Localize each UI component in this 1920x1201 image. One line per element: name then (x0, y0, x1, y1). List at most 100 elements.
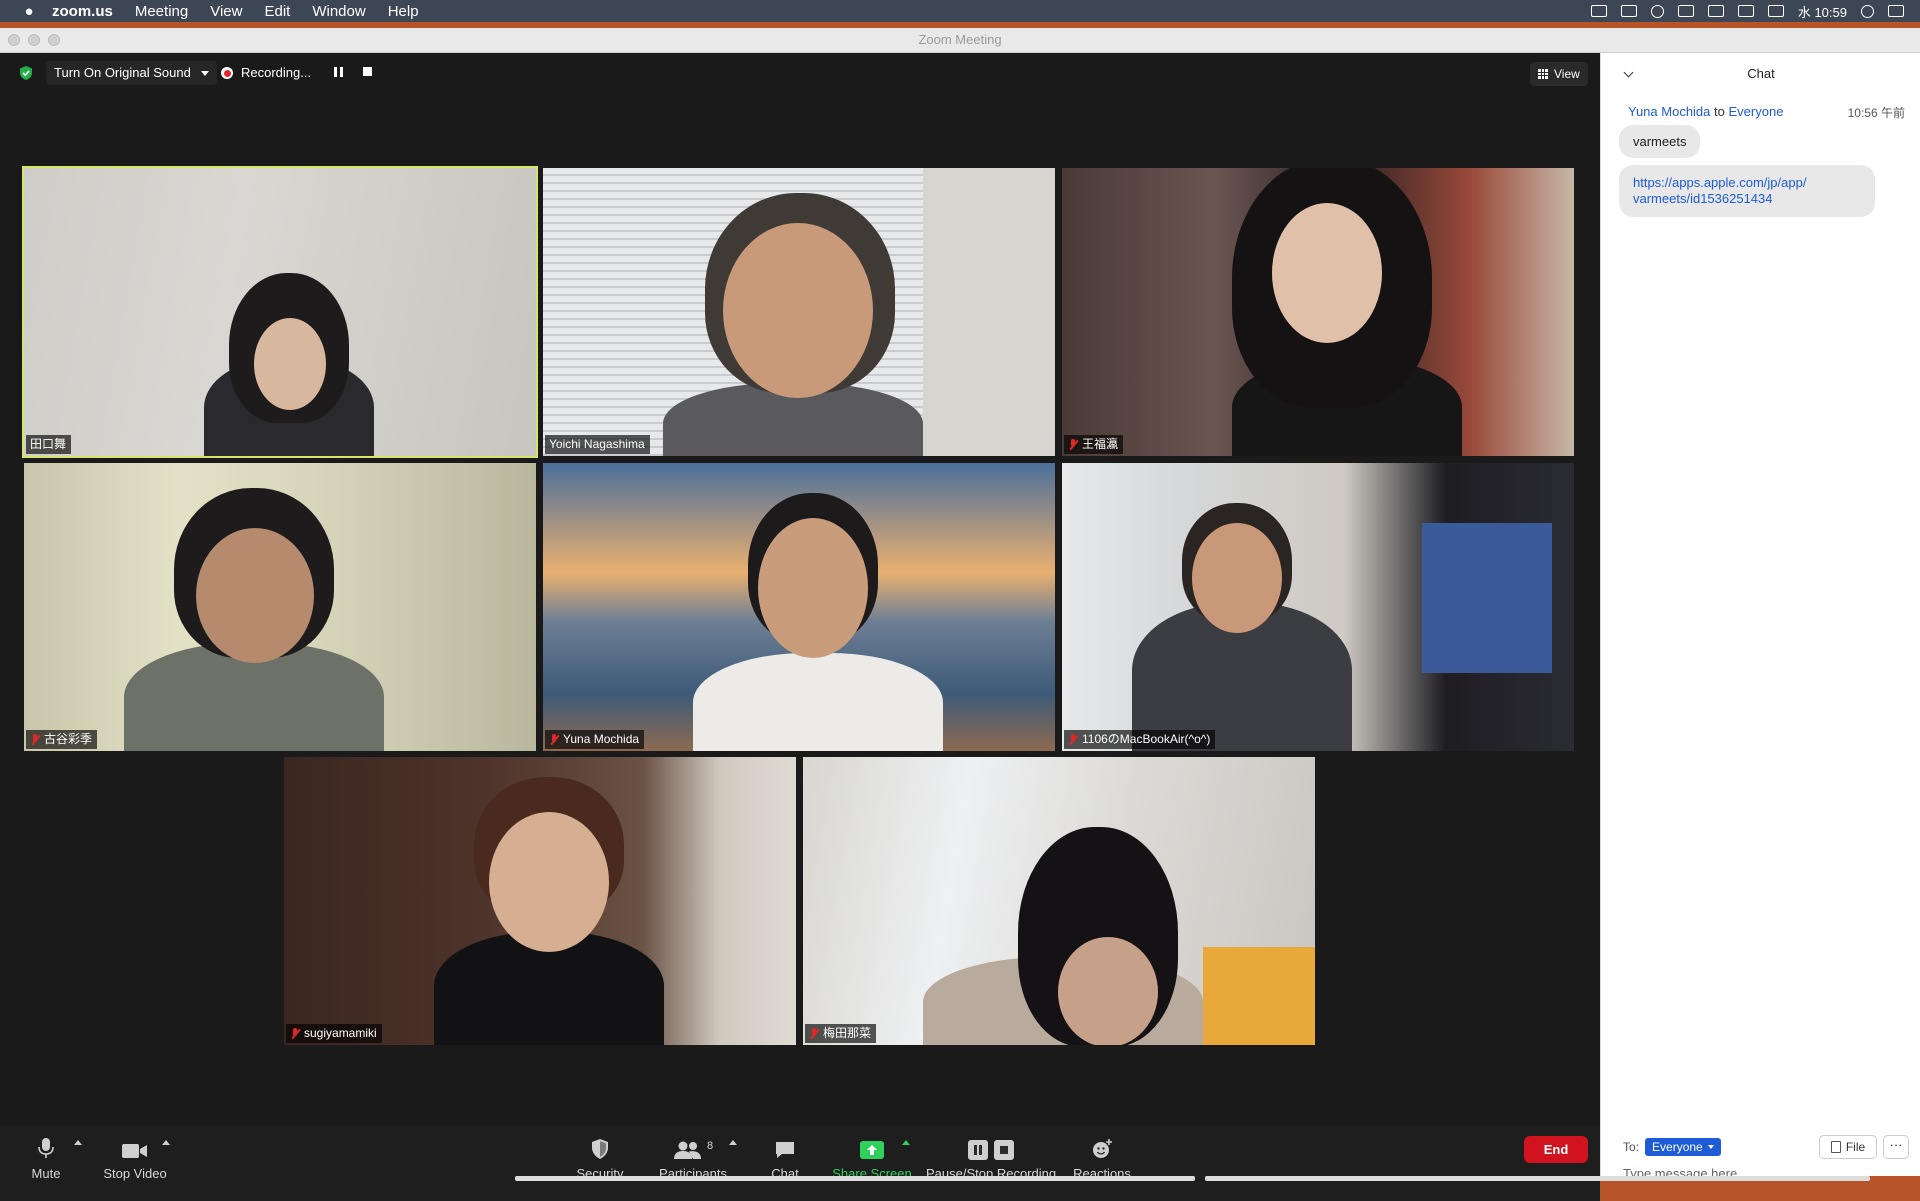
recipient-dropdown[interactable]: Everyone (1645, 1138, 1721, 1156)
menu-app[interactable]: zoom.us (52, 3, 113, 20)
collapse-chevron-icon[interactable] (1623, 67, 1634, 78)
participant-name: 古谷彩季 (44, 732, 93, 746)
chat-bubble-icon (776, 1142, 794, 1158)
menu-window[interactable]: Window (312, 3, 365, 20)
participant-nametag: 古谷彩季 (26, 730, 98, 749)
participants-options-chevron-icon[interactable] (729, 1140, 737, 1145)
reactions-button[interactable]: Reactions (1072, 1126, 1132, 1201)
zoom-window-button[interactable] (48, 34, 60, 46)
video-tile[interactable]: Yoichi Nagashima (543, 168, 1055, 456)
encryption-shield-icon[interactable] (18, 65, 34, 81)
airplay-icon[interactable] (1620, 5, 1637, 17)
video-tile[interactable]: Yuna Mochida (543, 463, 1055, 751)
participant-silhouette (693, 653, 943, 751)
chevron-down-icon[interactable] (200, 70, 209, 76)
video-stage: Turn On Original Sound Recording... View… (0, 53, 1600, 1176)
participant-nametag: 梅田那菜 (805, 1024, 877, 1043)
muted-mic-icon (809, 1027, 819, 1040)
stop-recording-icon[interactable] (363, 67, 372, 76)
participant-name: sugiyamamiki (304, 1026, 377, 1040)
status-tray: 水 10:59 (1590, 0, 1904, 22)
mute-button[interactable]: Mute (24, 1126, 68, 1201)
muted-mic-icon (1068, 733, 1078, 746)
chat-button[interactable]: Chat (763, 1126, 807, 1201)
participant-face (196, 528, 314, 663)
bluetooth-icon[interactable] (1677, 5, 1694, 17)
message-recipient[interactable]: Everyone (1729, 104, 1784, 119)
share-options-chevron-icon[interactable] (902, 1140, 910, 1145)
participant-nametag: 1106のMacBookAir(^o^) (1064, 730, 1216, 749)
recording-indicator: Recording... (221, 61, 311, 85)
recording-dot-icon (221, 67, 233, 79)
more-options-button[interactable]: ··· (1883, 1135, 1909, 1159)
menu-meeting[interactable]: Meeting (135, 3, 188, 20)
control-center-icon[interactable] (1888, 5, 1904, 17)
muted-mic-icon (1068, 438, 1078, 451)
video-tile[interactable]: sugiyamamiki (284, 757, 796, 1045)
wifi-icon[interactable] (1707, 5, 1724, 17)
apple-menu-icon[interactable]: ● (20, 3, 38, 20)
close-window-button[interactable] (8, 34, 20, 46)
message-sender[interactable]: Yuna Mochida (1628, 104, 1710, 119)
menu-view[interactable]: View (210, 3, 242, 20)
spotlight-icon[interactable] (1861, 4, 1874, 18)
participants-count: 8 (706, 1140, 714, 1152)
video-tile[interactable]: 古谷彩季 (24, 463, 536, 751)
menu-help[interactable]: Help (388, 3, 419, 20)
participant-name: 王福瀛 (1082, 437, 1119, 451)
muted-mic-icon (30, 733, 40, 746)
chat-link-line[interactable]: varmeets/id1536251434 (1633, 191, 1861, 207)
video-camera-icon (122, 1144, 147, 1158)
security-shield-icon (592, 1139, 608, 1159)
video-options-chevron-icon[interactable] (162, 1140, 170, 1145)
recipient-value: Everyone (1652, 1140, 1703, 1154)
chat-link-line[interactable]: https://apps.apple.com/jp/app/ (1633, 175, 1861, 191)
chat-message-text: varmeets (1633, 134, 1687, 149)
window-controls (8, 34, 60, 46)
message-timestamp: 10:56 午前 (1847, 106, 1905, 120)
menubar-clock[interactable]: 水 10:59 (1798, 2, 1847, 21)
participant-nametag: sugiyamamiki (286, 1024, 382, 1043)
pause-recording-icon[interactable] (334, 67, 344, 77)
volume-icon[interactable] (1767, 5, 1784, 17)
video-tile[interactable]: 王福瀛 (1062, 168, 1574, 456)
message-meta: Yuna Mochida to Everyone (1628, 104, 1783, 119)
participants-icon (673, 1141, 701, 1159)
chevron-down-icon (1707, 1145, 1714, 1149)
original-sound-label: Turn On Original Sound (54, 65, 191, 80)
chat-header: Chat (1601, 53, 1920, 93)
time-machine-icon[interactable] (1650, 4, 1664, 18)
security-button[interactable]: Security (570, 1126, 630, 1201)
dock-fragment (515, 1176, 1195, 1181)
end-meeting-button[interactable]: End (1524, 1136, 1588, 1163)
stop-video-label: Stop Video (103, 1166, 167, 1181)
muted-mic-icon (549, 733, 559, 746)
original-sound-button[interactable]: Turn On Original Sound (46, 61, 217, 85)
audio-options-chevron-icon[interactable] (74, 1140, 82, 1145)
stop-video-button[interactable]: Stop Video (100, 1126, 170, 1201)
video-tile[interactable]: 田口舞 (22, 166, 538, 458)
view-button[interactable]: View (1530, 62, 1588, 86)
pause-stop-recording-button[interactable]: Pause/Stop Recording (926, 1126, 1056, 1201)
participant-nametag: 田口舞 (26, 435, 72, 454)
video-tile[interactable]: 1106のMacBookAir(^o^) (1062, 463, 1574, 751)
minimize-window-button[interactable] (28, 34, 40, 46)
share-screen-button[interactable]: Share Screen (832, 1126, 912, 1201)
recipient-row: To: Everyone (1623, 1138, 1721, 1156)
microphone-icon (38, 1138, 54, 1158)
file-button[interactable]: File (1819, 1135, 1877, 1159)
smiley-icon (1093, 1139, 1112, 1158)
input-source-icon[interactable] (1737, 5, 1754, 17)
participant-nametag: Yuna Mochida (545, 730, 645, 749)
video-tile[interactable]: 梅田那菜 (803, 757, 1315, 1045)
menu-edit[interactable]: Edit (264, 3, 290, 20)
participant-face (1058, 937, 1158, 1045)
participant-face (1192, 523, 1282, 633)
participants-button[interactable]: 8 Participants (656, 1126, 730, 1201)
blanket-region (1203, 947, 1315, 1045)
share-screen-icon (860, 1141, 884, 1159)
meeting-toolbar: Mute Stop Video Security 8 Participants … (0, 1126, 1600, 1201)
chat-message-link[interactable]: https://apps.apple.com/jp/app/ varmeets/… (1619, 165, 1875, 217)
zoom-tray-icon[interactable] (1590, 5, 1607, 17)
participant-name: 1106のMacBookAir(^o^) (1082, 732, 1211, 746)
